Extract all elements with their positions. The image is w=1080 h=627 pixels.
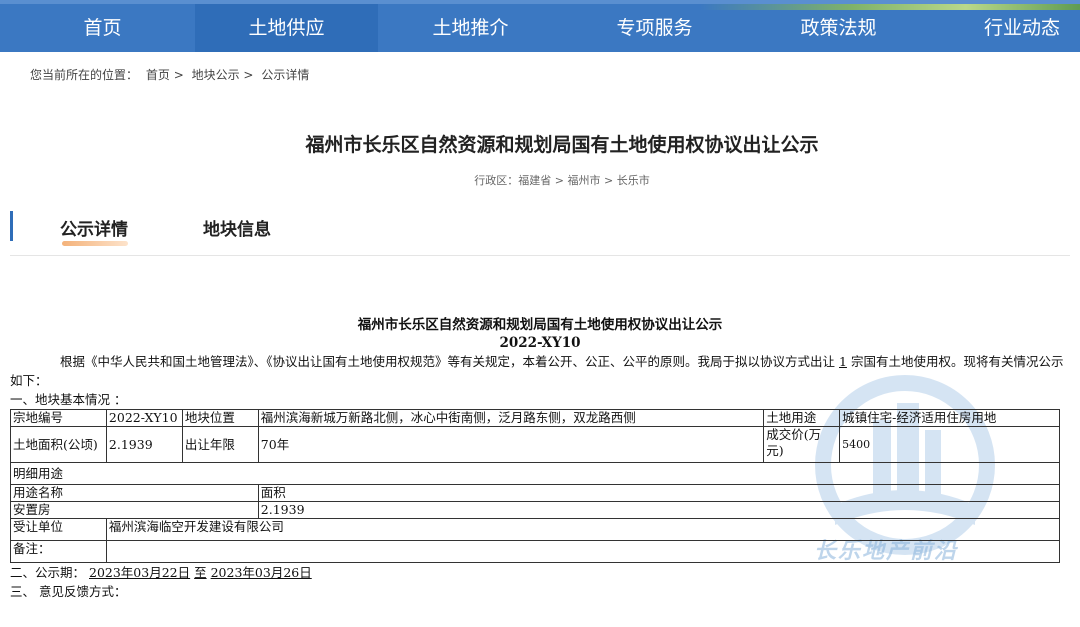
- notice-document: 福州市长乐区自然资源和规划局国有土地使用权协议出让公示 2022-XY10 根据…: [10, 316, 1070, 601]
- breadcrumb-separator: >: [243, 68, 254, 82]
- tab-plot-info[interactable]: 地块信息: [203, 215, 271, 240]
- cell-label: 地块位置: [181, 409, 259, 427]
- cell-value: 安置房: [10, 501, 259, 519]
- period-label: 二、公示期：: [10, 565, 86, 580]
- table-row: 明细用途: [10, 462, 1060, 485]
- active-tab-underline: [62, 241, 128, 246]
- cell-label: 宗地编号: [10, 409, 107, 427]
- cell-value: 70年: [257, 426, 765, 463]
- period-start: 2023年03月22日: [89, 565, 191, 580]
- breadcrumb-separator: >: [173, 68, 184, 82]
- cell-value: 城镇住宅-经济适用住房用地: [839, 409, 1060, 427]
- nav-item-land-supply[interactable]: 土地供应: [195, 4, 378, 52]
- table-row: 备注：: [10, 540, 1061, 563]
- cell-label: 备注：: [10, 540, 107, 563]
- section-2-period: 二、公示期： 2023年03月22日 至 2023年03月26日: [10, 563, 1070, 582]
- nav-item-home[interactable]: 首页: [0, 4, 205, 52]
- doc-intro: 根据《中华人民共和国土地管理法》、《协议出让国有土地使用权规范》等有关规定，本着…: [10, 352, 1070, 390]
- intro-count: 1: [839, 354, 847, 369]
- section-3-heading: 三、 意见反馈方式：: [10, 584, 127, 599]
- breadcrumb-notice-detail[interactable]: 公示详情: [261, 68, 309, 82]
- tab-notice-detail[interactable]: 公示详情: [60, 215, 128, 240]
- breadcrumb-land-notice[interactable]: 地块公示: [192, 68, 240, 82]
- table-row: 宗地编号 2022-XY10 地块位置 福州滨海新城万新路北侧，冰心中街南侧，泛…: [10, 409, 1060, 427]
- cell-label: 出让年限: [181, 426, 259, 463]
- region-path: 行政区：福建省 > 福州市 > 长乐市: [474, 174, 650, 187]
- nav-item-land-promotion[interactable]: 土地推介: [378, 4, 563, 52]
- top-nav-bar: 首页 土地供应 土地推介 专项服务 政策法规 行业动态: [0, 0, 1080, 52]
- nav-item-policy[interactable]: 政策法规: [746, 4, 931, 52]
- tabs-bar: 公示详情 地块信息: [10, 207, 1070, 256]
- cell-label: 土地面积(公顷): [10, 426, 107, 463]
- breadcrumb: 您当前所在的位置： 首页 > 地块公示 > 公示详情: [30, 66, 309, 83]
- cell-label: 用途名称: [10, 484, 259, 502]
- cell-value: 福州滨海新城万新路北侧，冰心中街南侧，泛月路东侧，双龙路西侧: [257, 409, 765, 427]
- breadcrumb-prefix: 您当前所在的位置：: [30, 68, 139, 82]
- cell-value: 5400: [839, 426, 1060, 463]
- breadcrumb-home[interactable]: 首页: [146, 68, 170, 82]
- cell-value: 2.1939: [257, 501, 1061, 519]
- main-nav: 首页 土地供应 土地推介 专项服务 政策法规 行业动态: [0, 4, 1080, 52]
- table-row: 受让单位 福州滨海临空开发建设有限公司: [10, 518, 1061, 541]
- cell-value: 2.1939: [105, 426, 183, 463]
- table-row: 土地面积(公顷) 2.1939 出让年限 70年 成交价(万元) 5400: [10, 426, 1060, 463]
- nav-item-industry-news[interactable]: 行业动态: [931, 4, 1080, 52]
- period-end: 2023年03月26日: [210, 565, 312, 580]
- doc-title: 福州市长乐区自然资源和规划局国有土地使用权协议出让公示: [357, 317, 723, 333]
- cell-label: 成交价(万元): [763, 426, 841, 463]
- land-info-table: 宗地编号 2022-XY10 地块位置 福州滨海新城万新路北侧，冰心中街南侧，泛…: [10, 409, 1061, 563]
- section-1-heading: 一、地块基本情况 ：: [10, 392, 127, 407]
- page-title: 福州市长乐区自然资源和规划局国有土地使用权协议出让公示: [305, 134, 819, 156]
- cell-label: 受让单位: [10, 518, 107, 541]
- nav-item-special-service[interactable]: 专项服务: [563, 4, 746, 52]
- cell-label: 明细用途: [10, 462, 1060, 485]
- doc-code: 2022-XY10: [499, 335, 581, 351]
- period-to: 至: [194, 565, 207, 580]
- tab-marker: [10, 211, 13, 241]
- intro-text-a: 根据《中华人民共和国土地管理法》、《协议出让国有土地使用权规范》等有关规定，本着…: [60, 354, 836, 369]
- cell-value: [105, 540, 1061, 563]
- cell-label: 面积: [257, 484, 1061, 502]
- cell-value: 福州滨海临空开发建设有限公司: [105, 518, 1061, 541]
- cell-value: 2022-XY10: [105, 409, 183, 427]
- cell-label: 土地用途: [763, 409, 841, 427]
- table-row: 安置房 2.1939: [10, 501, 1061, 519]
- table-row: 用途名称 面积: [10, 484, 1061, 502]
